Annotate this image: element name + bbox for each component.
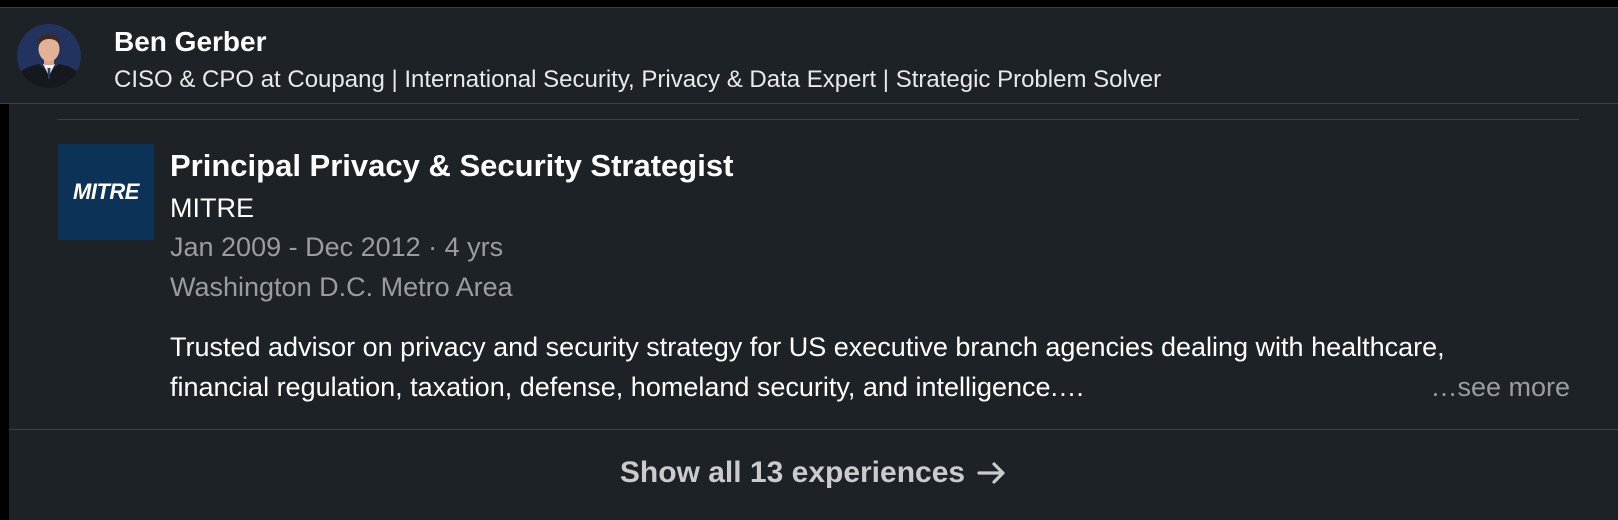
profile-headline: CISO & CPO at Coupang | International Se… bbox=[114, 66, 1162, 93]
show-all-experiences-button[interactable]: Show all 13 experiences bbox=[9, 430, 1618, 520]
profile-photo-icon bbox=[17, 24, 81, 88]
company-logo[interactable]: MITRE bbox=[58, 144, 154, 240]
experience-location: Washington D.C. Metro Area bbox=[170, 272, 513, 302]
experience-description-line-1: Trusted advisor on privacy and security … bbox=[170, 332, 1445, 362]
arrow-right-icon bbox=[977, 462, 1005, 484]
divider bbox=[57, 119, 1579, 120]
experience-company[interactable]: MITRE bbox=[170, 193, 254, 224]
show-all-label: Show all 13 experiences bbox=[619, 456, 966, 489]
avatar[interactable] bbox=[17, 24, 81, 88]
experience-description-line-2: financial regulation, taxation, defense,… bbox=[170, 372, 1086, 402]
sticky-profile-header: Ben Gerber CISO & CPO at Coupang | Inter… bbox=[0, 7, 1618, 104]
profile-name[interactable]: Ben Gerber bbox=[114, 26, 267, 58]
experience-title: Principal Privacy & Security Strategist bbox=[170, 148, 734, 183]
see-more-button[interactable]: …see more bbox=[1430, 372, 1570, 403]
profile-experience-view: Ben Gerber CISO & CPO at Coupang | Inter… bbox=[0, 0, 1618, 520]
experience-card: MITRE Principal Privacy & Security Strat… bbox=[9, 104, 1618, 520]
company-logo-text: MITRE bbox=[73, 179, 139, 204]
show-all-content: Show all 13 experiences bbox=[620, 456, 1007, 490]
experience-dates: Jan 2009 - Dec 2012 · 4 yrs bbox=[170, 232, 504, 262]
